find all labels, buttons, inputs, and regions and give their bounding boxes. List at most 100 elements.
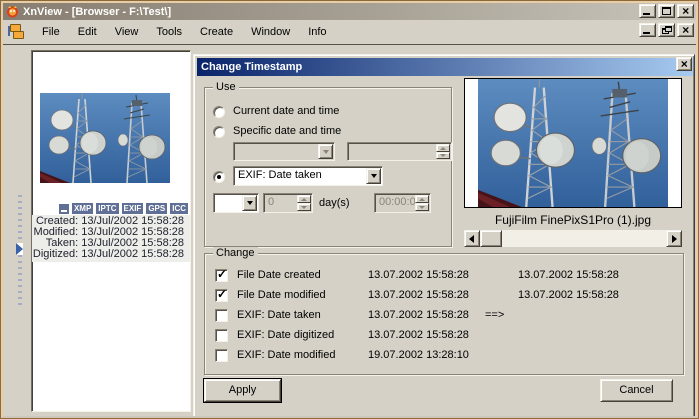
checkbox-exif-date-digitized[interactable]: ✓ (215, 329, 228, 342)
spin-down-button (436, 152, 450, 160)
maximize-button[interactable] (658, 4, 675, 18)
splitter-collapse-arrow-icon[interactable] (16, 243, 23, 255)
use-group: Use Current date and time Specific date … (204, 87, 452, 247)
checkbox-file-date-created[interactable]: ✓ (215, 269, 228, 282)
xnview-logo-icon (6, 5, 19, 18)
preview-image (478, 79, 668, 207)
arrow-down-icon (440, 154, 446, 157)
menu-file[interactable]: File (33, 23, 69, 41)
check-icon: ✓ (217, 287, 227, 301)
preview-filename: FujiFilm FinePixS1Pro (1).jpg (464, 213, 682, 227)
image-preview-panel: XMP IPTC EXIF GPS ICC Created: 13/Jul/20… (31, 50, 191, 412)
xnview-window: XnView - [Browser - F:\Test\] × File Edi… (0, 0, 699, 419)
window-title: XnView - [Browser - F:\Test\] (23, 6, 171, 18)
change-row-exif-date-digitized: ✓ EXIF: Date digitized 13.07.2002 15:58:… (205, 328, 683, 344)
minimize-icon (643, 13, 650, 15)
mdi-minimize-button[interactable] (639, 23, 656, 37)
spin-up-button (415, 195, 429, 203)
change-row-file-date-created: ✓ File Date created 13.07.2002 15:58:28 … (205, 268, 683, 284)
offset-days-value: 0 (268, 196, 274, 208)
exif-source-value: EXIF: Date taken (238, 169, 322, 181)
offset-sign-combobox[interactable] (213, 193, 259, 213)
scroll-right-button[interactable] (666, 230, 682, 247)
close-icon: × (677, 57, 691, 71)
mdi-restore-button[interactable] (658, 23, 675, 37)
spin-down-button (415, 203, 429, 211)
exif-source-combobox[interactable]: EXIF: Date taken (233, 166, 383, 186)
chevron-down-icon (247, 201, 253, 205)
minimize-icon (643, 32, 650, 34)
checkbox-exif-date-modified[interactable]: ✓ (215, 349, 228, 362)
change-group-label: Change (213, 247, 258, 259)
comment-badge (59, 204, 69, 214)
apply-button[interactable]: Apply (204, 379, 281, 402)
radio-exif-date-taken[interactable] (213, 171, 225, 183)
arrow-down-icon (301, 206, 307, 209)
preview-scrollbar[interactable] (464, 230, 682, 247)
menu-info[interactable]: Info (299, 23, 335, 41)
thumbnail-image[interactable] (40, 93, 170, 183)
days-label: day(s) (319, 197, 350, 209)
menu-window[interactable]: Window (242, 23, 299, 41)
window-controls: × (639, 4, 694, 18)
change-row-file-date-modified: ✓ File Date modified 13.07.2002 15:58:28… (205, 288, 683, 304)
radio-specific-date-label: Specific date and time (233, 125, 341, 137)
close-button[interactable]: × (677, 4, 694, 18)
change-timestamp-dialog: Change Timestamp × Use Current date and … (193, 54, 695, 418)
cancel-button[interactable]: Cancel (600, 379, 673, 402)
change-row-exif-date-modified: ✓ EXIF: Date modified 19.07.2002 13:28:1… (205, 348, 683, 364)
change-group: Change ✓ File Date created 13.07.2002 15… (204, 253, 684, 375)
checkbox-file-date-modified[interactable]: ✓ (215, 289, 228, 302)
menu-create[interactable]: Create (191, 23, 242, 41)
dropdown-button (318, 144, 333, 159)
arrow-up-icon (440, 147, 446, 150)
check-icon: ✓ (217, 267, 227, 281)
dialog-title: Change Timestamp (201, 61, 302, 73)
radio-current-date[interactable] (213, 106, 225, 118)
dropdown-button[interactable] (242, 195, 257, 211)
arrow-left-icon (469, 235, 474, 243)
restore-icon (665, 26, 672, 32)
folder-icon (13, 31, 24, 39)
minimize-button[interactable] (639, 4, 656, 18)
browser-content-area: XMP IPTC EXIF GPS ICC Created: 13/Jul/20… (3, 44, 696, 416)
chevron-down-icon (323, 150, 329, 154)
metadata-badges: XMP IPTC EXIF GPS ICC (32, 203, 188, 214)
offset-time-spinner: 00:00:00 (374, 193, 431, 213)
panel-splitter[interactable] (14, 195, 26, 305)
close-icon: × (678, 4, 693, 18)
preview-image-frame (464, 78, 682, 208)
icc-badge: ICC (170, 203, 188, 214)
scroll-left-button[interactable] (464, 230, 480, 247)
gps-badge: GPS (146, 203, 167, 214)
use-group-label: Use (213, 81, 239, 93)
radio-specific-date[interactable] (213, 126, 225, 138)
spin-up-button (297, 195, 311, 203)
arrow-down-icon (419, 206, 425, 209)
menu-bar: File Edit View Tools Create Window Info … (3, 20, 696, 44)
dialog-close-button[interactable]: × (676, 57, 692, 71)
spin-up-button (436, 144, 450, 152)
folder-tree-icon[interactable] (7, 23, 29, 41)
menu-tools[interactable]: Tools (147, 23, 191, 41)
spin-down-button (297, 203, 311, 211)
offset-days-spinner: 0 (263, 193, 313, 213)
menu-edit[interactable]: Edit (69, 23, 106, 41)
arrow-up-icon (301, 198, 307, 201)
mdi-close-button[interactable]: × (677, 23, 694, 37)
mdi-window-controls: × (639, 23, 694, 37)
meta-digitized: Digitized: 13/Jul/2002 15:58:28 (32, 249, 184, 260)
scrollbar-thumb[interactable] (480, 230, 502, 247)
window-titlebar: XnView - [Browser - F:\Test\] × (3, 3, 696, 20)
checkbox-exif-date-taken[interactable]: ✓ (215, 309, 228, 322)
arrow-up-icon (419, 198, 425, 201)
exif-badge: EXIF (122, 203, 144, 214)
dropdown-button[interactable] (366, 168, 381, 184)
specific-date-combobox (233, 142, 335, 161)
arrow-right-icon (672, 235, 677, 243)
iptc-badge: IPTC (96, 203, 118, 214)
maps-to-arrow: ==> (485, 309, 504, 321)
menu-view[interactable]: View (106, 23, 148, 41)
xmp-badge: XMP (72, 203, 93, 214)
radio-current-date-label: Current date and time (233, 105, 339, 117)
